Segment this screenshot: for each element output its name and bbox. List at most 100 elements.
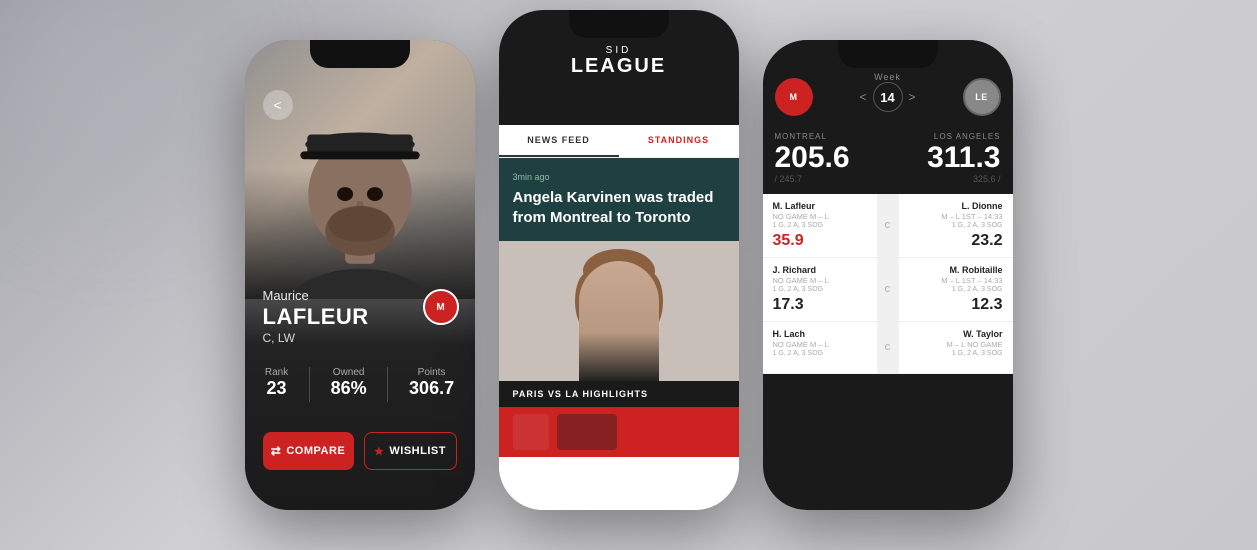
p3-left-stats: 1 G, 2 A, 3 SOG xyxy=(773,350,867,357)
player-row-3: H. Lach NO GAME M – L 1 G, 2 A, 3 SOG C … xyxy=(763,322,1013,374)
tab-news-feed[interactable]: NEWS FEED xyxy=(499,125,619,157)
p1-left-name: M. Lafleur xyxy=(773,201,867,211)
compare-icon: ⇄ xyxy=(271,444,282,458)
scores-section: MONTREAL 205.6 / 245.7 LOS ANGELES 311.3… xyxy=(763,126,1013,194)
player-badge: M xyxy=(423,289,459,325)
player-illustration xyxy=(245,40,475,299)
la-score-value: 311.3 xyxy=(888,143,1001,173)
position-label-2: C xyxy=(885,285,891,294)
bg-blur-circle xyxy=(0,0,260,240)
news-feed-header: SID LEAGUE xyxy=(499,10,739,125)
phone-news-feed: SID LEAGUE NEWS FEED STANDINGS 3min ago … xyxy=(499,10,739,510)
p1-right-name: L. Dionne xyxy=(909,201,1003,211)
player-info: Maurice LAFLEUR C, LW xyxy=(263,287,369,345)
player-row-2: J. Richard NO GAME M – L 1 G, 2 A, 3 SOG… xyxy=(763,258,1013,322)
p1-right-status: M – L 1ST – 14:33 xyxy=(909,212,1003,221)
stat-owned: Owned 86% xyxy=(331,367,367,402)
week-number: 14 xyxy=(873,82,903,112)
feed-tabs: NEWS FEED STANDINGS xyxy=(499,125,739,158)
p1-left-score: 35.9 xyxy=(773,232,867,250)
player-position: C, LW xyxy=(263,331,369,345)
week-next-button[interactable]: > xyxy=(909,90,916,104)
position-divider-1: C xyxy=(877,194,899,257)
phones-container: < Maurice LAFLEUR C, LW M Rank 23 Owned … xyxy=(245,25,1013,525)
news-image xyxy=(499,241,739,381)
rank-label: Rank xyxy=(265,367,288,378)
week-header: Week M < 14 > LE xyxy=(763,40,1013,126)
player-right-3: W. Taylor M – L NO GAME 1 G, 2 A, 3 SOG xyxy=(899,322,1013,373)
player-photo-area xyxy=(245,40,475,299)
p2-left-stats: 1 G, 2 A, 3 SOG xyxy=(773,286,867,293)
p2-right-name: M. Robitaille xyxy=(909,265,1003,275)
la-score: LOS ANGELES 311.3 325.6 / xyxy=(888,132,1001,184)
action-buttons: ⇄ COMPARE ★ WISHLIST xyxy=(245,432,475,470)
p3-left-name: H. Lach xyxy=(773,329,867,339)
badge-letter: M xyxy=(436,302,444,313)
rank-value: 23 xyxy=(265,378,288,399)
la-score-sub: 325.6 / xyxy=(888,174,1001,184)
phone3-content: Week M < 14 > LE MONTREAL 205.6 xyxy=(763,40,1013,510)
p2-left-name: J. Richard xyxy=(773,265,867,275)
star-icon: ★ xyxy=(374,445,384,458)
small-card-thumb2 xyxy=(557,414,617,450)
position-divider-3: C xyxy=(877,322,899,373)
stat-points: Points 306.7 xyxy=(409,367,454,402)
stat-divider-2 xyxy=(387,367,388,402)
p1-right-stats: 1 G, 2 A, 3 SOG xyxy=(909,222,1003,229)
points-label: Points xyxy=(409,367,454,378)
wishlist-button[interactable]: ★ WISHLIST xyxy=(364,432,457,470)
p2-right-score: 12.3 xyxy=(909,296,1003,314)
p2-left-score: 17.3 xyxy=(773,296,867,314)
position-divider-2: C xyxy=(877,258,899,321)
player-image-illustration xyxy=(499,241,739,381)
la-team-name: LOS ANGELES xyxy=(888,132,1001,141)
stat-rank: Rank 23 xyxy=(265,367,288,402)
news-card-small[interactable] xyxy=(499,407,739,457)
p3-right-name: W. Taylor xyxy=(909,329,1003,339)
position-label-1: C xyxy=(885,221,891,230)
player-right-1: L. Dionne M – L 1ST – 14:33 1 G, 2 A, 3 … xyxy=(899,194,1013,257)
news-card-label: PARIS VS LA HIGHLIGHTS xyxy=(499,381,739,407)
logo-bottom: LEAGUE xyxy=(509,56,729,76)
news-card-1[interactable]: 3min ago Angela Karvinen was traded from… xyxy=(499,158,739,241)
stat-divider-1 xyxy=(309,367,310,402)
montreal-team-name: MONTREAL xyxy=(775,132,888,141)
p3-left-status: NO GAME M – L xyxy=(773,340,867,349)
phone-standings: Week M < 14 > LE MONTREAL 205.6 xyxy=(763,40,1013,510)
back-arrow-icon: < xyxy=(273,97,281,113)
news-title-1: Angela Karvinen was traded from Montreal… xyxy=(513,188,725,227)
small-card-thumb xyxy=(513,414,549,450)
week-nav: < 14 > xyxy=(859,82,915,112)
p3-right-status: M – L NO GAME xyxy=(909,340,1003,349)
stats-row: Rank 23 Owned 86% Points 306.7 xyxy=(245,367,475,402)
p2-left-status: NO GAME M – L xyxy=(773,276,867,285)
la-badge: LE xyxy=(963,78,1001,116)
montreal-score-value: 205.6 xyxy=(775,143,888,173)
phone2-content: SID LEAGUE NEWS FEED STANDINGS 3min ago … xyxy=(499,10,739,510)
p1-right-score: 23.2 xyxy=(909,232,1003,250)
player-first-name: Maurice xyxy=(263,288,309,303)
owned-value: 86% xyxy=(331,378,367,399)
points-value: 306.7 xyxy=(409,378,454,399)
montreal-score-sub: / 245.7 xyxy=(775,174,888,184)
player-left-2: J. Richard NO GAME M – L 1 G, 2 A, 3 SOG… xyxy=(763,258,877,321)
phone-player-profile: < Maurice LAFLEUR C, LW M Rank 23 Owned … xyxy=(245,40,475,510)
p2-right-status: M – L 1ST – 14:33 xyxy=(909,276,1003,285)
owned-label: Owned xyxy=(331,367,367,378)
compare-button[interactable]: ⇄ COMPARE xyxy=(263,432,354,470)
player-matchups: M. Lafleur NO GAME M – L 1 G, 2 A, 3 SOG… xyxy=(763,194,1013,374)
p1-left-status: NO GAME M – L xyxy=(773,212,867,221)
montreal-badge-text: M xyxy=(790,92,798,102)
tab-standings[interactable]: STANDINGS xyxy=(619,125,739,157)
montreal-score: MONTREAL 205.6 / 245.7 xyxy=(775,132,888,184)
montreal-badge: M xyxy=(775,78,813,116)
news-card-image[interactable]: PARIS VS LA HIGHLIGHTS xyxy=(499,241,739,407)
p3-right-stats: 1 G, 2 A, 3 SOG xyxy=(909,350,1003,357)
wishlist-label: WISHLIST xyxy=(389,445,446,457)
compare-label: COMPARE xyxy=(286,445,345,457)
week-label: Week xyxy=(763,72,1013,82)
back-button[interactable]: < xyxy=(263,90,293,120)
player-left-1: M. Lafleur NO GAME M – L 1 G, 2 A, 3 SOG… xyxy=(763,194,877,257)
player-last-name: LAFLEUR xyxy=(263,304,369,329)
week-prev-button[interactable]: < xyxy=(859,90,866,104)
